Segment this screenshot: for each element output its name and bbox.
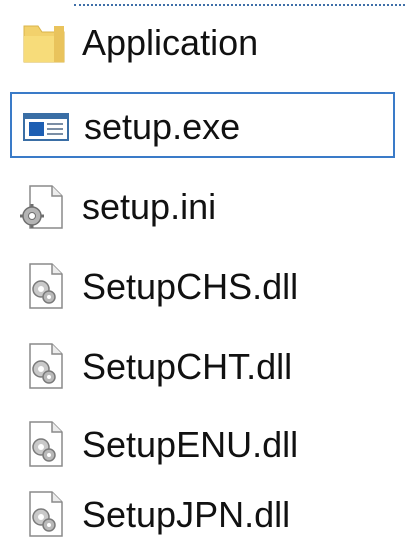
dll-file-icon [16, 342, 72, 392]
file-name: SetupCHS.dll [82, 266, 299, 307]
file-name: setup.exe [84, 106, 241, 147]
dll-file-icon [16, 262, 72, 312]
settings-file-icon [16, 182, 72, 232]
file-row-setup-exe[interactable]: setup.exe [10, 92, 395, 158]
file-row-setupenu-dll[interactable]: SetupENU.dll [10, 412, 395, 478]
file-name: SetupJPN.dll [82, 494, 291, 535]
exe-app-icon [18, 102, 74, 152]
file-row-setupchs-dll[interactable]: SetupCHS.dll [10, 254, 395, 320]
file-row-setupcht-dll[interactable]: SetupCHT.dll [10, 334, 395, 400]
dll-file-icon [16, 420, 72, 470]
file-name: SetupENU.dll [82, 424, 299, 465]
folder-icon [16, 18, 72, 68]
file-list: Application setup.exe setup.ini SetupCHS… [0, 0, 405, 550]
file-name: Application [82, 22, 259, 63]
file-row-setupjpn-dll[interactable]: SetupJPN.dll [10, 482, 395, 548]
dll-file-icon [16, 490, 72, 540]
file-row-application[interactable]: Application [10, 10, 395, 76]
file-name: setup.ini [82, 186, 217, 227]
file-name: SetupCHT.dll [82, 346, 293, 387]
file-row-setup-ini[interactable]: setup.ini [10, 174, 395, 240]
